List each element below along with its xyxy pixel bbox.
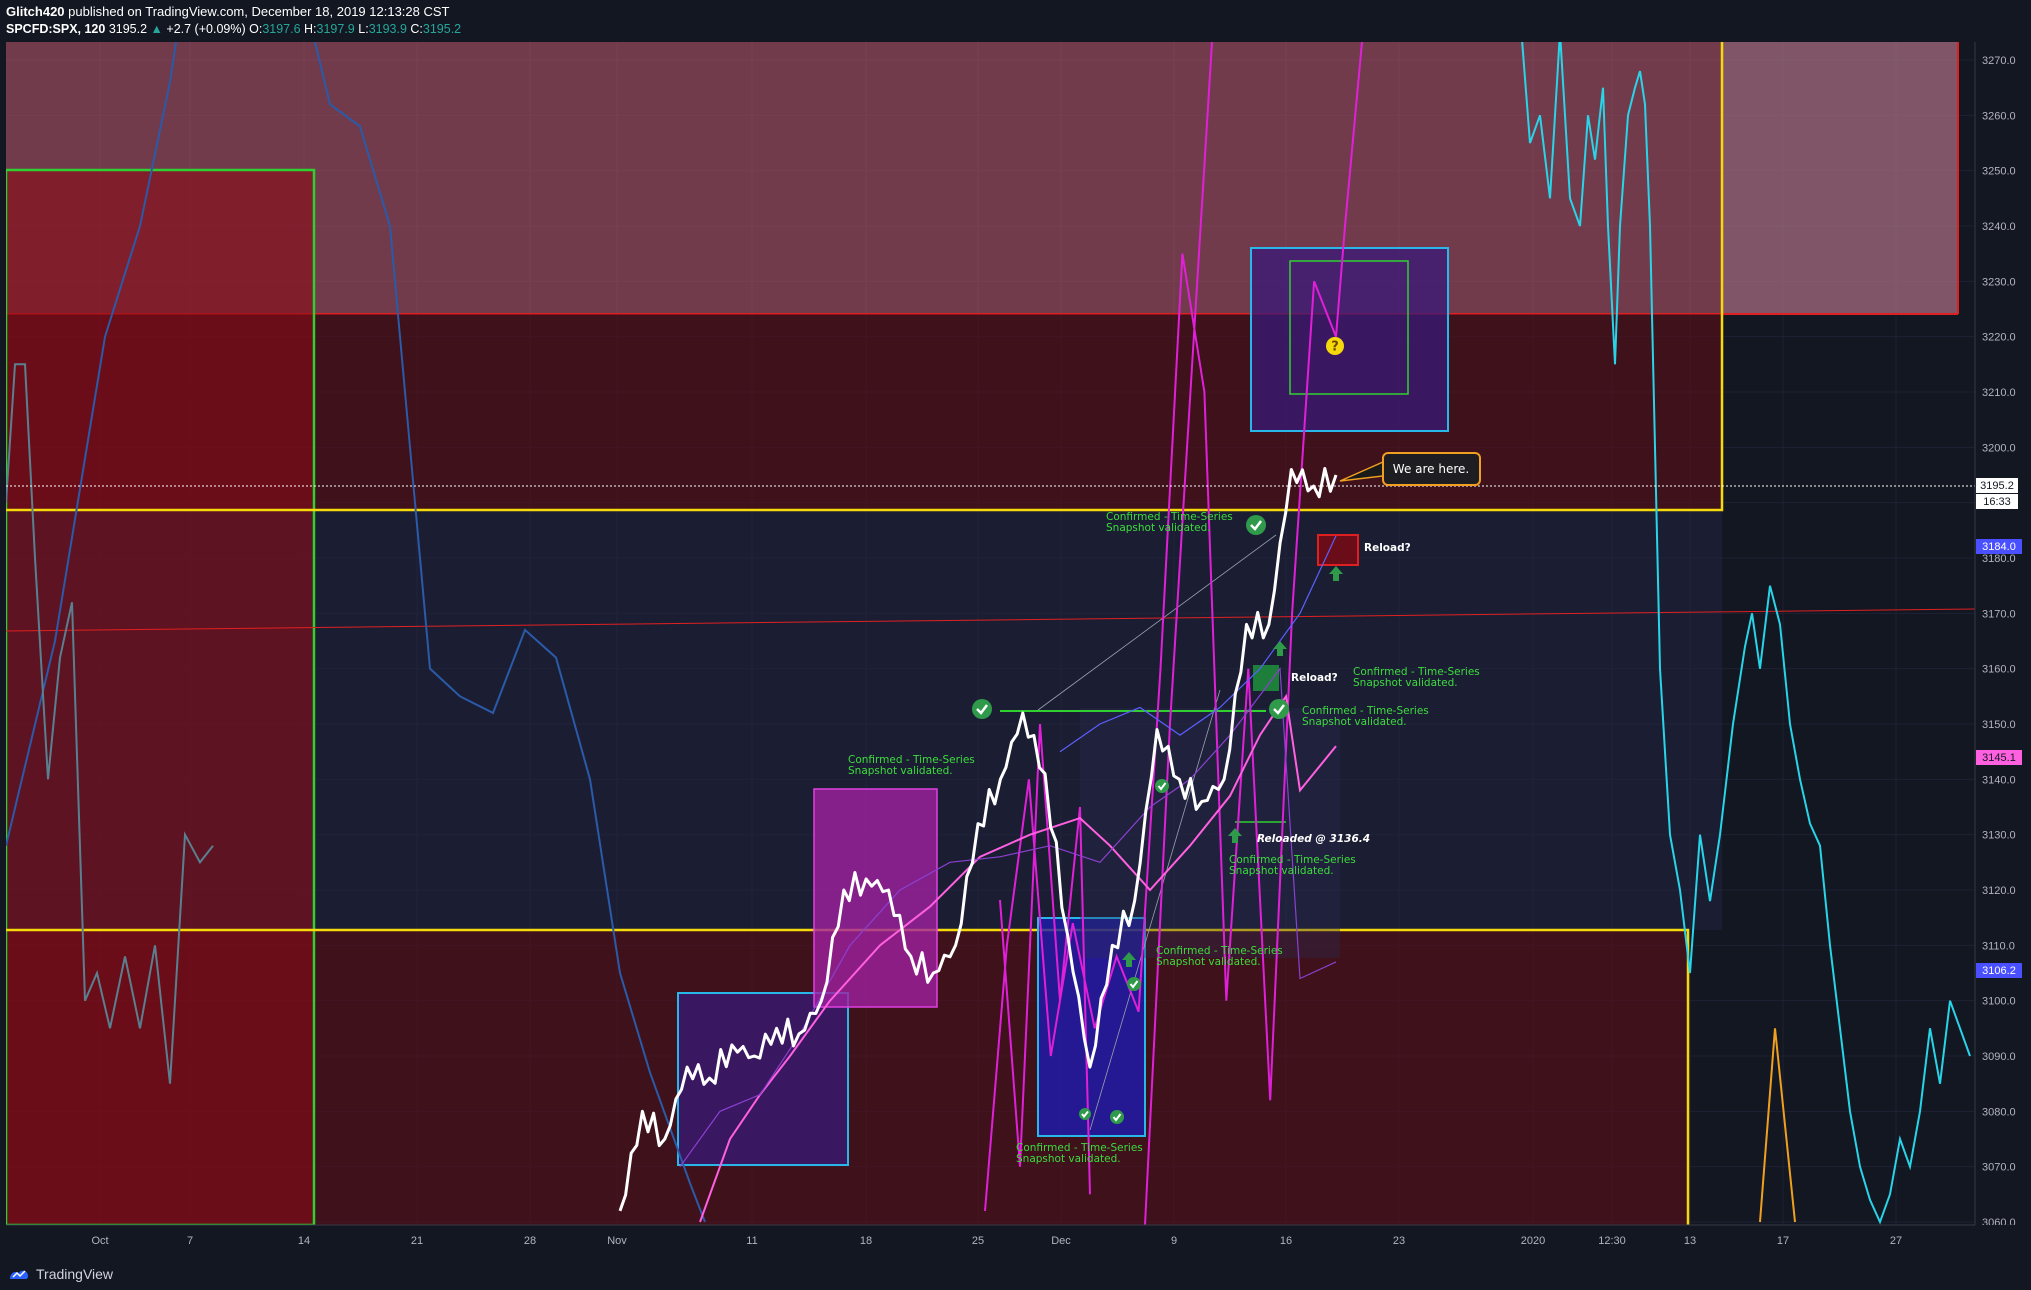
time-tick-label: Nov xyxy=(607,1235,627,1247)
svg-text:Snapshot validated.: Snapshot validated. xyxy=(1229,865,1334,877)
svg-text:Snapshot validated.: Snapshot validated. xyxy=(1106,522,1211,534)
price-axis[interactable] xyxy=(1975,42,2031,1225)
price-label-blue-2: 3106.2 xyxy=(1976,963,2022,978)
time-tick-label: Oct xyxy=(91,1235,108,1247)
price-tick-label: 3110.0 xyxy=(1982,940,2015,952)
price-chart[interactable]: ? We are here. Reload? Reload? Reloaded … xyxy=(0,0,2031,1259)
drawing-layer: ? We are here. Reload? Reload? Reloaded … xyxy=(6,42,1975,1225)
time-tick-label: 12:30 xyxy=(1598,1235,1626,1247)
time-tick-label: 21 xyxy=(411,1235,423,1247)
price-tick-label: 3270.0 xyxy=(1982,55,2016,67)
upper-grey-zone xyxy=(1722,42,1958,314)
time-tick-label: 23 xyxy=(1393,1235,1405,1247)
check-circle-icon xyxy=(1127,977,1141,991)
time-tick-label: 13 xyxy=(1684,1235,1696,1247)
check-circle-icon xyxy=(1246,515,1266,535)
check-circle-icon xyxy=(1269,699,1289,719)
time-tick-label: Dec xyxy=(1051,1235,1071,1247)
reload-label-2: Reload? xyxy=(1291,672,1338,684)
check-circle-icon xyxy=(1155,779,1169,793)
svg-text:?: ? xyxy=(1331,340,1339,355)
time-tick-label: 17 xyxy=(1777,1235,1789,1247)
check-circle-icon xyxy=(1110,1110,1124,1124)
time-tick-label: 27 xyxy=(1890,1235,1902,1247)
price-tick-label: 3130.0 xyxy=(1982,830,2016,842)
price-tick-label: 3250.0 xyxy=(1982,166,2016,178)
price-label-last: 3195.2 xyxy=(1976,478,2018,493)
time-tick-label: 11 xyxy=(746,1235,757,1247)
price-tick-label: 3200.0 xyxy=(1982,442,2016,454)
question-mark-icon[interactable]: ? xyxy=(1326,337,1344,355)
reloaded-label: Reloaded @ 3136.4 xyxy=(1257,833,1370,845)
svg-text:Snapshot validated.: Snapshot validated. xyxy=(848,765,953,777)
price-tick-label: 3100.0 xyxy=(1982,996,2016,1008)
price-tick-label: 3160.0 xyxy=(1982,664,2016,676)
price-tick-label: 3210.0 xyxy=(1982,387,2016,399)
price-tick-label: 3150.0 xyxy=(1982,719,2016,731)
time-tick-label: 14 xyxy=(298,1235,310,1247)
time-tick-label: 25 xyxy=(972,1235,984,1247)
price-tick-label: 3180.0 xyxy=(1982,553,2016,565)
price-label-magenta: 3145.1 xyxy=(1976,750,2022,765)
svg-text:Snapshot validated.: Snapshot validated. xyxy=(1302,716,1407,728)
brand-text: TradingView xyxy=(36,1266,114,1282)
check-circle-icon xyxy=(972,699,992,719)
time-tick-label: 18 xyxy=(860,1235,872,1247)
price-tick-label: 3170.0 xyxy=(1982,608,2016,620)
time-tick-label: 16 xyxy=(1280,1235,1292,1247)
time-tick-label: 28 xyxy=(524,1235,536,1247)
price-tick-label: 3090.0 xyxy=(1982,1051,2016,1063)
time-tick-label: 7 xyxy=(187,1235,193,1247)
price-tick-label: 3140.0 xyxy=(1982,774,2016,786)
tradingview-logo[interactable]: TradingView xyxy=(8,1266,113,1282)
svg-text:16:33: 16:33 xyxy=(1983,496,2011,508)
svg-text:3145.1: 3145.1 xyxy=(1982,752,2016,764)
target-box[interactable] xyxy=(1250,247,1449,432)
we-are-here-text: We are here. xyxy=(1393,462,1469,476)
price-tick-label: 3120.0 xyxy=(1982,885,2016,897)
footer-bar: TradingView xyxy=(0,1259,2031,1290)
time-tick-label: 9 xyxy=(1171,1235,1177,1247)
price-tick-label: 3070.0 xyxy=(1982,1162,2016,1174)
price-tick-label: 3220.0 xyxy=(1982,332,2016,344)
left-red-zone[interactable] xyxy=(6,170,314,1225)
tradingview-logo-icon xyxy=(10,1270,28,1279)
price-tick-label: 3260.0 xyxy=(1982,110,2016,122)
svg-text:3195.2: 3195.2 xyxy=(1980,480,2014,492)
price-label-blue-1: 3184.0 xyxy=(1976,539,2022,554)
svg-text:3106.2: 3106.2 xyxy=(1982,965,2016,977)
svg-text:Snapshot validated.: Snapshot validated. xyxy=(1353,677,1458,689)
price-tick-label: 3230.0 xyxy=(1982,276,2016,288)
price-label-countdown: 16:33 xyxy=(1976,494,2018,509)
magenta-box[interactable] xyxy=(813,788,938,1008)
time-tick-label: 2020 xyxy=(1521,1235,1545,1247)
svg-text:Snapshot validated.: Snapshot validated. xyxy=(1156,956,1261,968)
reload-label-1: Reload? xyxy=(1364,542,1411,554)
check-circle-icon xyxy=(1079,1108,1091,1120)
price-tick-label: 3240.0 xyxy=(1982,221,2016,233)
svg-text:Snapshot validated.: Snapshot validated. xyxy=(1016,1153,1121,1165)
price-tick-label: 3080.0 xyxy=(1982,1106,2016,1118)
svg-text:3184.0: 3184.0 xyxy=(1982,541,2016,553)
